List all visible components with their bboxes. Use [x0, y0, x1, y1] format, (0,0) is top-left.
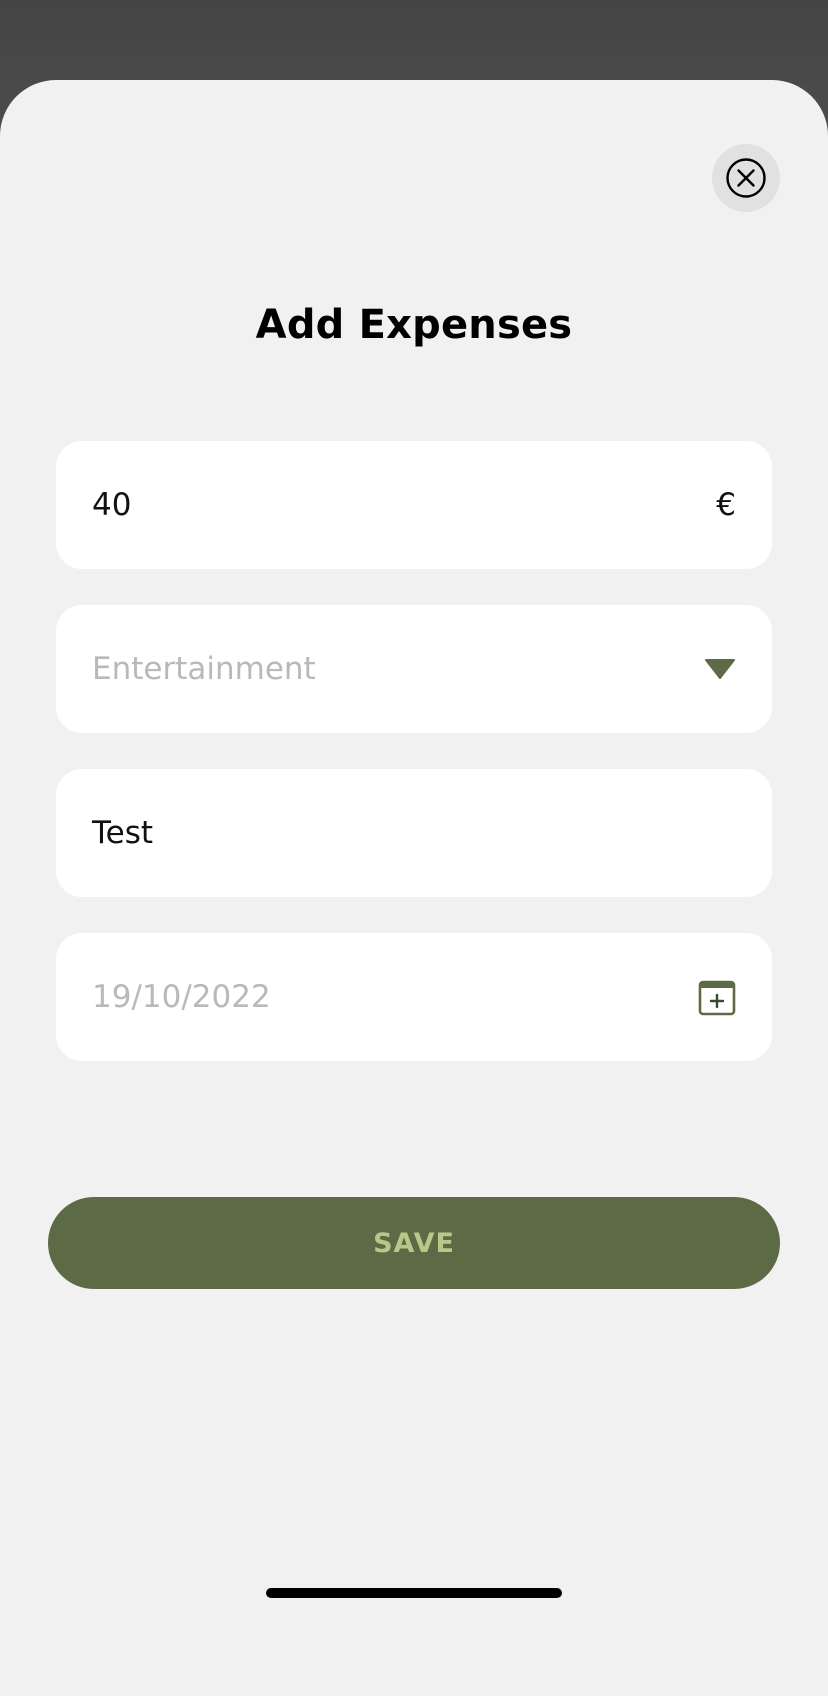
- date-field[interactable]: 19/10/2022: [56, 933, 772, 1061]
- close-circle-icon: [725, 157, 767, 199]
- add-expense-sheet: Add Expenses 40 € Entertainment Test 19/…: [0, 80, 828, 1696]
- amount-value: 40: [92, 487, 132, 523]
- currency-symbol: €: [716, 487, 736, 523]
- category-placeholder: Entertainment: [92, 651, 316, 687]
- close-button[interactable]: [712, 144, 780, 212]
- page-title: Add Expenses: [255, 302, 573, 348]
- amount-field[interactable]: 40 €: [56, 441, 772, 569]
- save-button-label: SAVE: [373, 1227, 455, 1259]
- date-placeholder: 19/10/2022: [92, 979, 271, 1015]
- description-field[interactable]: Test: [56, 769, 772, 897]
- caret-down-icon[interactable]: [704, 658, 736, 680]
- calendar-add-icon[interactable]: [698, 978, 736, 1016]
- save-button[interactable]: SAVE: [48, 1197, 780, 1289]
- description-value: Test: [92, 815, 154, 851]
- category-select[interactable]: Entertainment: [56, 605, 772, 733]
- home-indicator: [266, 1588, 562, 1598]
